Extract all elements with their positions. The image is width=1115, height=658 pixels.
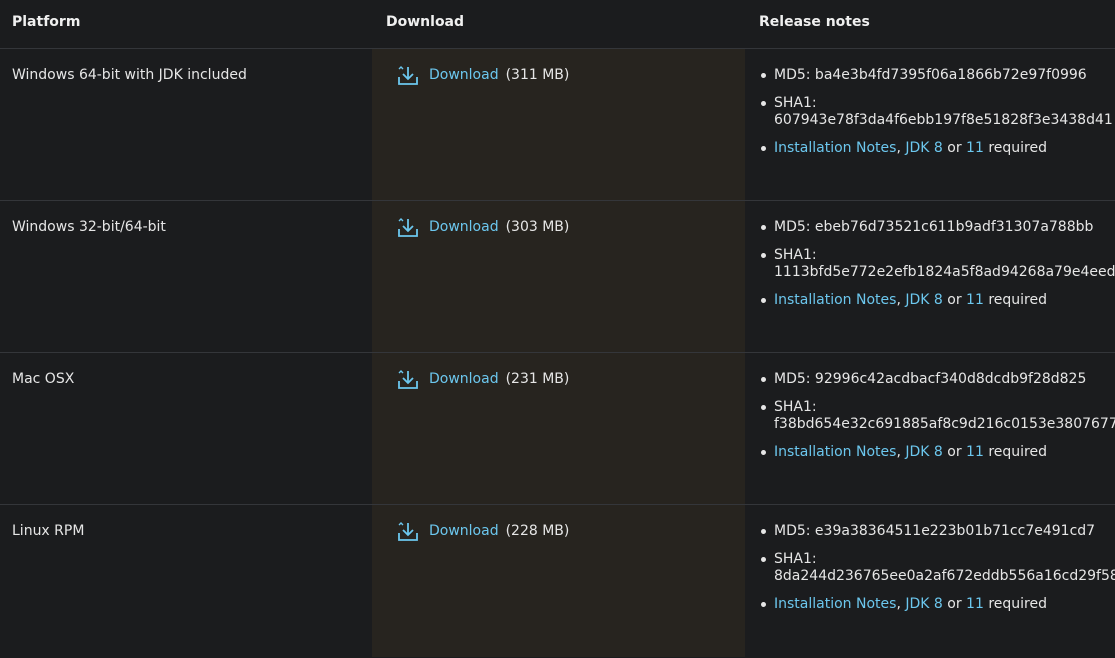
release-notes-list: MD5: e39a38364511e223b01b71cc7e491cd7 SH… <box>760 523 1115 624</box>
or-text: or <box>947 444 962 460</box>
jdk11-link[interactable]: 11 <box>966 292 984 308</box>
comma-separator: , <box>896 292 901 308</box>
download-link[interactable]: Download <box>429 67 499 83</box>
download-icon[interactable] <box>396 63 420 87</box>
sha1-label: SHA1: <box>774 247 817 263</box>
download-icon[interactable] <box>396 367 420 391</box>
table-row: Windows 32-bit/64-bit Download (303 MB) … <box>0 200 1115 353</box>
jdk8-link[interactable]: JDK 8 <box>905 292 942 308</box>
download-link[interactable]: Download <box>429 219 499 235</box>
release-notes-column-header: Release notes <box>759 14 870 30</box>
platform-name: Linux RPM <box>12 523 85 539</box>
download-cell: Download (303 MB) <box>396 215 569 239</box>
requirements-item: Installation Notes, JDK 8 or 11 required <box>760 444 1110 461</box>
requirements-item: Installation Notes, JDK 8 or 11 required <box>760 596 1110 613</box>
md5-item: MD5: 92996c42acdbacf340d8dcdb9f28d825 <box>760 371 1110 388</box>
comma-separator: , <box>896 444 901 460</box>
table-row: Mac OSX Download (231 MB) MD5: 92996c42a… <box>0 352 1115 505</box>
file-size: (228 MB) <box>505 523 570 539</box>
platform-name: Windows 32-bit/64-bit <box>12 219 166 235</box>
jdk11-link[interactable]: 11 <box>966 444 984 460</box>
sha1-item: SHA1: 607943e78f3da4f6ebb197f8e51828f3e3… <box>760 95 1113 129</box>
jdk11-link[interactable]: 11 <box>966 596 984 612</box>
release-notes-list: MD5: 92996c42acdbacf340d8dcdb9f28d825 SH… <box>760 371 1115 472</box>
required-text: required <box>988 292 1047 308</box>
md5-item: MD5: ba4e3b4fd7395f06a1866b72e97f0996 <box>760 67 1110 84</box>
md5-item: MD5: ebeb76d73521c611b9adf31307a788bb <box>760 219 1110 236</box>
sha1-value: 607943e78f3da4f6ebb197f8e51828f3e3438d41 <box>774 112 1113 128</box>
download-link[interactable]: Download <box>429 523 499 539</box>
platform-column-header: Platform <box>12 14 81 30</box>
sha1-item: SHA1: 1113bfd5e772e2efb1824a5f8ad94268a7… <box>760 247 1115 281</box>
download-cell: Download (231 MB) <box>396 367 569 391</box>
required-text: required <box>988 596 1047 612</box>
sha1-item: SHA1: f38bd654e32c691885af8c9d216c0153e3… <box>760 399 1115 433</box>
download-cell: Download (228 MB) <box>396 519 569 543</box>
sha1-value: 1113bfd5e772e2efb1824a5f8ad94268a79e4eed <box>774 264 1115 280</box>
or-text: or <box>947 596 962 612</box>
download-cell: Download (311 MB) <box>396 63 569 87</box>
table-row: Linux RPM Download (228 MB) MD5: e39a383… <box>0 504 1115 658</box>
sha1-value: f38bd654e32c691885af8c9d216c0153e3807677 <box>774 416 1115 432</box>
requirements-item: Installation Notes, JDK 8 or 11 required <box>760 140 1110 157</box>
or-text: or <box>947 292 962 308</box>
release-notes-list: MD5: ba4e3b4fd7395f06a1866b72e97f0996 SH… <box>760 67 1113 168</box>
download-icon[interactable] <box>396 215 420 239</box>
file-size: (311 MB) <box>505 67 570 83</box>
sha1-item: SHA1: 8da244d236765ee0a2af672eddb556a16c… <box>760 551 1115 585</box>
jdk11-link[interactable]: 11 <box>966 140 984 156</box>
sha1-label: SHA1: <box>774 95 817 111</box>
jdk8-link[interactable]: JDK 8 <box>905 596 942 612</box>
sha1-label: SHA1: <box>774 399 817 415</box>
installation-notes-link[interactable]: Installation Notes <box>774 292 896 308</box>
platform-name: Mac OSX <box>12 371 75 387</box>
downloads-table: Platform Download Release notes Windows … <box>0 0 1115 657</box>
sha1-label: SHA1: <box>774 551 817 567</box>
sha1-value: 8da244d236765ee0a2af672eddb556a16cd29f58 <box>774 568 1115 584</box>
download-icon[interactable] <box>396 519 420 543</box>
file-size: (231 MB) <box>505 371 570 387</box>
file-size: (303 MB) <box>505 219 570 235</box>
installation-notes-link[interactable]: Installation Notes <box>774 140 896 156</box>
release-notes-list: MD5: ebeb76d73521c611b9adf31307a788bb SH… <box>760 219 1115 320</box>
jdk8-link[interactable]: JDK 8 <box>905 140 942 156</box>
download-column-header: Download <box>386 14 465 30</box>
requirements-item: Installation Notes, JDK 8 or 11 required <box>760 292 1110 309</box>
installation-notes-link[interactable]: Installation Notes <box>774 444 896 460</box>
required-text: required <box>988 140 1047 156</box>
jdk8-link[interactable]: JDK 8 <box>905 444 942 460</box>
or-text: or <box>947 140 962 156</box>
table-header: Platform Download Release notes <box>0 0 1115 48</box>
comma-separator: , <box>896 596 901 612</box>
md5-item: MD5: e39a38364511e223b01b71cc7e491cd7 <box>760 523 1110 540</box>
required-text: required <box>988 444 1047 460</box>
comma-separator: , <box>896 140 901 156</box>
table-row: Windows 64-bit with JDK included Downloa… <box>0 48 1115 201</box>
platform-name: Windows 64-bit with JDK included <box>12 67 247 83</box>
installation-notes-link[interactable]: Installation Notes <box>774 596 896 612</box>
download-link[interactable]: Download <box>429 371 499 387</box>
